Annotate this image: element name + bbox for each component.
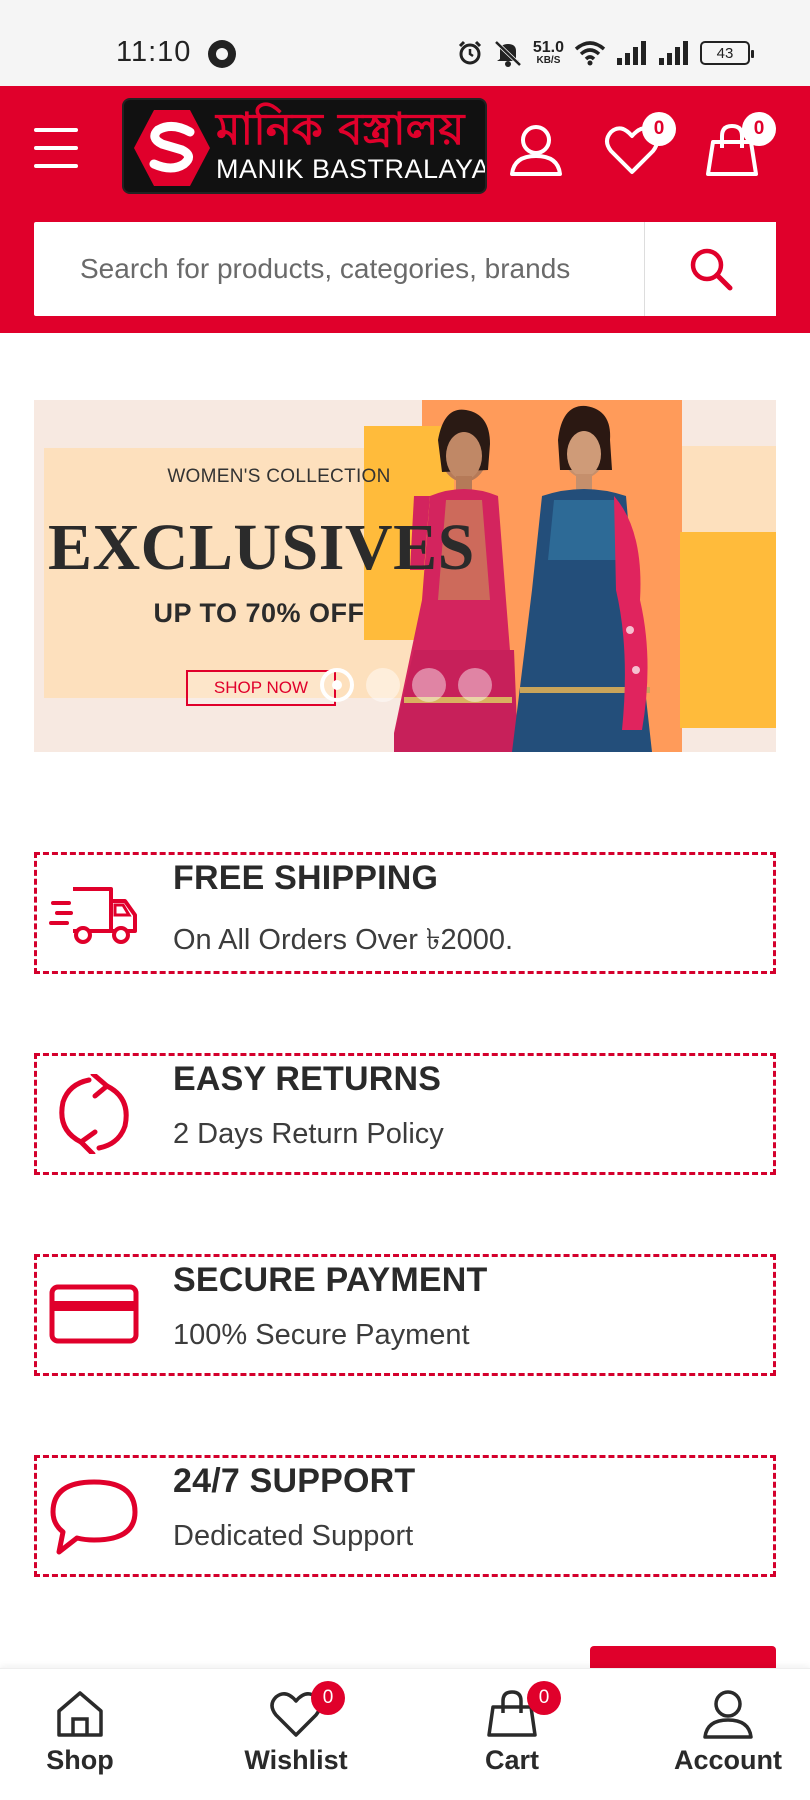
feature-subtitle: 2 Days Return Policy — [173, 1118, 444, 1150]
menu-button[interactable] — [34, 128, 78, 168]
user-icon — [510, 125, 562, 176]
truck-icon — [49, 887, 137, 944]
carousel-dot-3[interactable] — [412, 668, 446, 702]
battery-icon: 43 — [700, 41, 754, 65]
carousel-dots — [320, 668, 492, 702]
search-icon — [690, 248, 732, 291]
header-wishlist-button[interactable]: 0 — [604, 112, 676, 178]
signal-icon-2 — [659, 41, 688, 65]
feature-subtitle: 100% Secure Payment — [173, 1319, 470, 1351]
nav-shop[interactable]: Shop — [5, 1687, 155, 1787]
feature-title: FREE SHIPPING — [173, 859, 439, 897]
bell-muted-icon — [494, 40, 522, 67]
feature-subtitle: On All Orders Over ৳2000. — [173, 924, 514, 956]
app-header: মানিক বস্ত্রালয় MANIK BASTRALAYA 0 0 — [0, 86, 810, 333]
credit-card-icon — [49, 1284, 139, 1344]
header-cart-button[interactable]: 0 — [704, 112, 776, 178]
menu-icon — [34, 128, 78, 132]
nav-cart-label: Cart — [484, 1745, 539, 1775]
feature-title: 24/7 SUPPORT — [173, 1462, 416, 1500]
search-bar — [34, 222, 776, 316]
search-button[interactable] — [644, 222, 776, 316]
signal-icon — [617, 41, 646, 65]
status-time: 11:10 — [116, 36, 192, 68]
nav-cart[interactable]: 0 Cart — [437, 1681, 587, 1787]
wifi-icon — [574, 41, 606, 66]
feature-secure-payment: SECURE PAYMENT 100% Secure Payment — [34, 1254, 776, 1376]
banner-subtitle: WOMEN'S COLLECTION — [167, 466, 391, 487]
feature-title: EASY RETURNS — [173, 1060, 442, 1098]
notification-app-icon — [208, 40, 236, 68]
nav-account[interactable]: Account — [653, 1687, 803, 1787]
user-icon — [703, 1690, 753, 1739]
carousel-dot-2[interactable] — [366, 668, 400, 702]
feature-easy-returns: EASY RETURNS 2 Days Return Policy — [34, 1053, 776, 1175]
status-icons: 51.0 KB/S 43 — [457, 36, 754, 70]
nav-cart-badge: 0 — [527, 1681, 561, 1715]
nav-wishlist[interactable]: 0 Wishlist — [221, 1681, 371, 1787]
feature-support: 24/7 SUPPORT Dedicated Support — [34, 1455, 776, 1577]
hero-banner[interactable]: WOMEN'S COLLECTION EXCLUSIVES UP TO 70% … — [34, 400, 776, 752]
nav-wishlist-label: Wishlist — [244, 1745, 348, 1775]
shop-now-button[interactable]: SHOP NOW — [186, 670, 336, 706]
feature-title: SECURE PAYMENT — [173, 1261, 488, 1299]
cart-count-badge: 0 — [742, 112, 776, 146]
wishlist-count-badge: 0 — [642, 112, 676, 146]
logo-mark-icon — [134, 110, 210, 186]
logo-text-bengali: মানিক বস্ত্রালয় — [216, 104, 465, 155]
banner-offer: UP TO 70% OFF — [153, 598, 365, 628]
status-bar: 11:10 51.0 KB/S 43 — [0, 0, 810, 86]
network-speed: 51.0 KB/S — [533, 40, 564, 66]
carousel-dot-4[interactable] — [458, 668, 492, 702]
battery-level: 43 — [716, 44, 734, 62]
nav-wishlist-badge: 0 — [311, 1681, 345, 1715]
network-speed-value: 51.0 — [532, 39, 564, 56]
search-input[interactable] — [34, 222, 644, 316]
banner-title: EXCLUSIVES — [48, 511, 475, 584]
brand-logo[interactable]: মানিক বস্ত্রালয় MANIK BASTRALAYA — [122, 98, 487, 194]
header-account-button[interactable] — [508, 122, 564, 178]
nav-shop-label: Shop — [46, 1745, 114, 1775]
network-speed-unit: KB/S — [536, 55, 561, 66]
logo-text-english: MANIK BASTRALAYA — [216, 154, 487, 184]
home-icon — [57, 1691, 103, 1737]
chat-bubble-icon — [50, 1479, 138, 1555]
nav-account-label: Account — [674, 1745, 782, 1775]
feature-subtitle: Dedicated Support — [173, 1520, 414, 1552]
refresh-icon — [59, 1074, 129, 1154]
bottom-navigation: Shop 0 Wishlist 0 Cart Account — [0, 1668, 810, 1800]
carousel-dot-1[interactable] — [320, 668, 354, 702]
feature-free-shipping: FREE SHIPPING On All Orders Over ৳2000. — [34, 852, 776, 974]
alarm-icon — [458, 40, 481, 65]
